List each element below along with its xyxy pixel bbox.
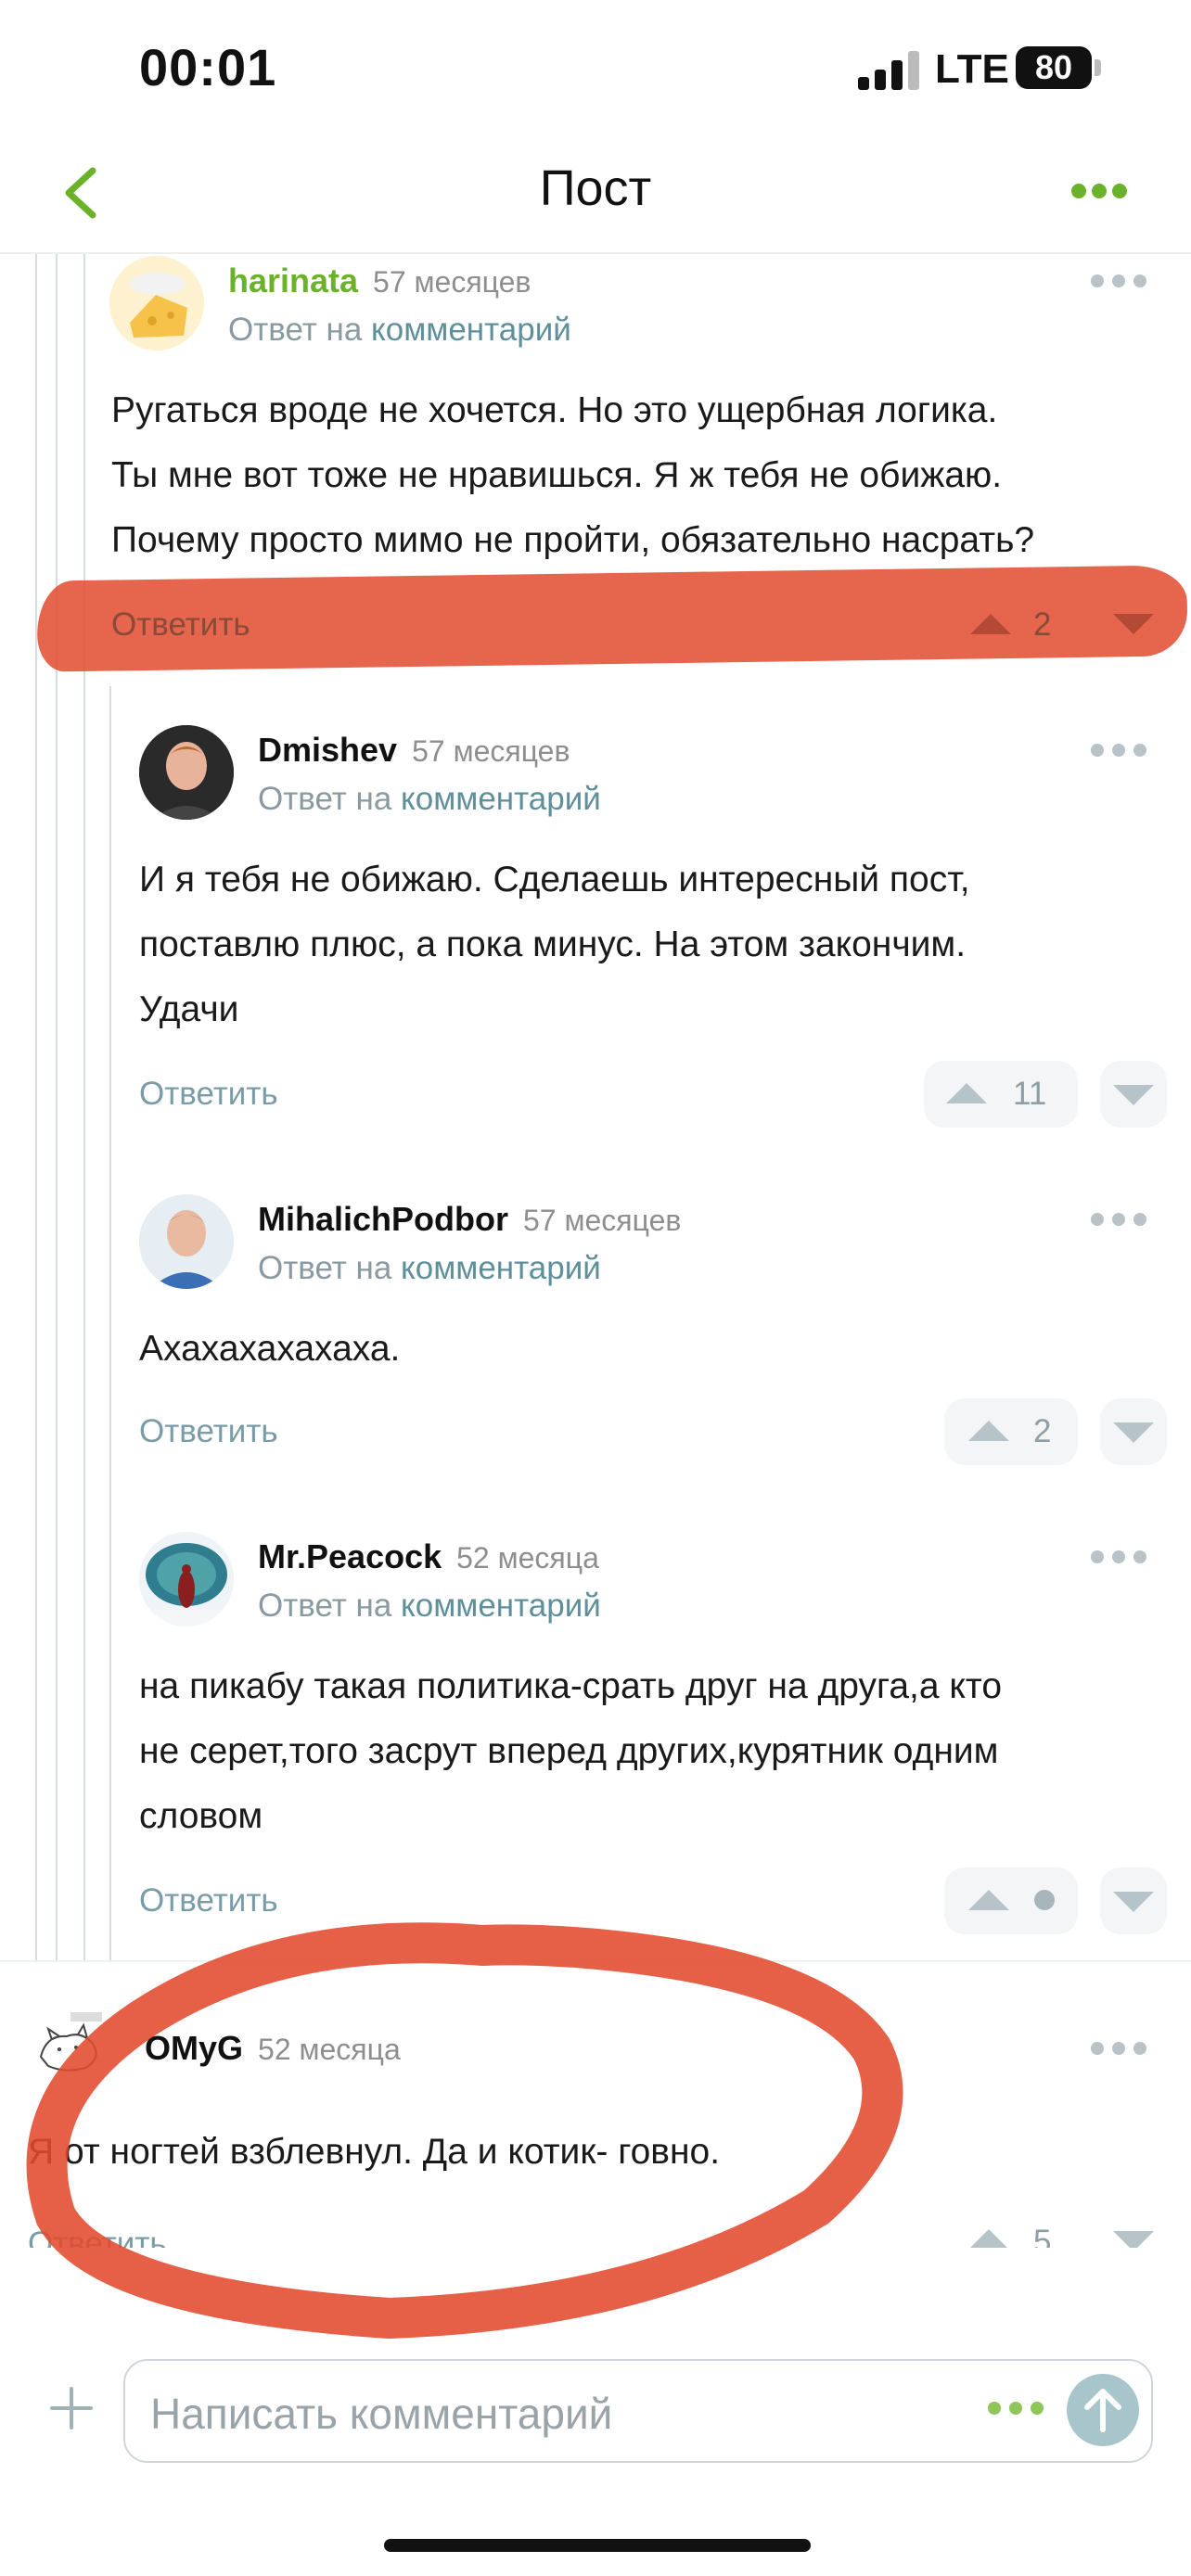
reply-button[interactable]: Ответить: [139, 1413, 278, 1450]
username[interactable]: harinata: [228, 261, 358, 300]
reply-to: Ответ на комментарий: [258, 781, 601, 817]
comment-header: MihalichPodbor 57 месяцев: [258, 1200, 681, 1239]
downvote-icon[interactable]: [1113, 1422, 1154, 1443]
home-indicator: [384, 2539, 811, 2552]
status-time: 00:01: [139, 38, 277, 96]
downvote-icon[interactable]: [1113, 1085, 1154, 1105]
timestamp: 57 месяцев: [412, 734, 570, 768]
username[interactable]: Mr.Peacock: [258, 1537, 442, 1575]
add-attachment-icon[interactable]: [48, 2385, 95, 2431]
avatar[interactable]: [139, 1532, 234, 1626]
comment-more-icon[interactable]: [1091, 274, 1158, 291]
battery-nub: [1095, 59, 1101, 76]
person-avatar-icon: [139, 725, 234, 820]
reply-to-link[interactable]: комментарий: [401, 1250, 601, 1286]
vote-pill: [944, 1398, 1078, 1465]
chef-cheese-avatar-icon: [109, 256, 204, 351]
send-button[interactable]: [1067, 2374, 1139, 2446]
battery-icon: 80: [1016, 46, 1092, 89]
reply-to: Ответ на комментарий: [258, 1588, 601, 1624]
thread-line: [83, 254, 85, 1960]
comment-text: И я тебя не обижаю. Сделаешь интересный …: [139, 860, 970, 1029]
timestamp: 52 месяца: [456, 1541, 599, 1575]
thread-line: [56, 254, 58, 1960]
timestamp: 57 месяцев: [523, 1204, 682, 1237]
arrow-up-icon: [1084, 2389, 1121, 2432]
network-type: LTE: [935, 46, 1009, 92]
thread-line: [109, 686, 111, 1960]
vote-count: 2: [1033, 606, 1052, 643]
more-options-icon[interactable]: [1071, 184, 1138, 202]
downvote-icon[interactable]: [1113, 1892, 1154, 1912]
page-title: Пост: [539, 160, 652, 216]
downvote-icon[interactable]: [1113, 614, 1154, 634]
upvote-icon[interactable]: [968, 1890, 1009, 1910]
avatar[interactable]: [109, 256, 204, 351]
person-avatar-icon: [139, 1194, 234, 1289]
reply-to-link[interactable]: комментарий: [371, 312, 571, 348]
peacock-avatar-icon: [139, 1532, 234, 1626]
avatar[interactable]: [139, 725, 234, 820]
reply-to: Ответ на комментарий: [228, 312, 571, 348]
comment-text: Ахахахахахаха.: [139, 1329, 401, 1369]
username[interactable]: Dmishev: [258, 731, 397, 769]
comment-more-icon[interactable]: [1091, 1550, 1158, 1567]
vote-count: 2: [1033, 1413, 1052, 1449]
reply-button[interactable]: Ответить: [111, 606, 250, 644]
upvote-icon[interactable]: [970, 614, 1011, 634]
username[interactable]: MihalichPodbor: [258, 1200, 508, 1238]
thread-line: [35, 254, 37, 1960]
comment-header: harinata 57 месяцев: [228, 261, 531, 300]
comment-more-icon[interactable]: [1091, 744, 1158, 760]
vote-count: 11: [1013, 1076, 1047, 1112]
cellular-signal-icon: [858, 51, 921, 90]
comment-header: Mr.Peacock 52 месяца: [258, 1537, 599, 1576]
comment-text: на пикабу такая политика-срать друг на д…: [139, 1666, 1003, 1836]
input-options-icon[interactable]: [988, 2402, 1055, 2420]
timestamp: 57 месяцев: [373, 265, 531, 299]
reply-to-link[interactable]: комментарий: [401, 1588, 601, 1624]
vote-hidden-dot: [1034, 1890, 1055, 1910]
upvote-icon[interactable]: [968, 1421, 1009, 1441]
reply-to-link[interactable]: комментарий: [401, 781, 601, 817]
comment-input-placeholder: Написать комментарий: [150, 2390, 613, 2438]
comment-text: Ругаться вроде не хочется. Но это ущербн…: [111, 390, 1035, 560]
nav-divider: [0, 252, 1191, 254]
avatar[interactable]: [139, 1194, 234, 1289]
reply-button[interactable]: Ответить: [139, 1076, 278, 1113]
reply-to: Ответ на комментарий: [258, 1250, 601, 1286]
comment-header: Dmishev 57 месяцев: [258, 731, 570, 770]
red-marker-circle: [26, 1922, 903, 2340]
upvote-icon[interactable]: [946, 1083, 987, 1103]
comment-more-icon[interactable]: [1091, 1213, 1158, 1230]
